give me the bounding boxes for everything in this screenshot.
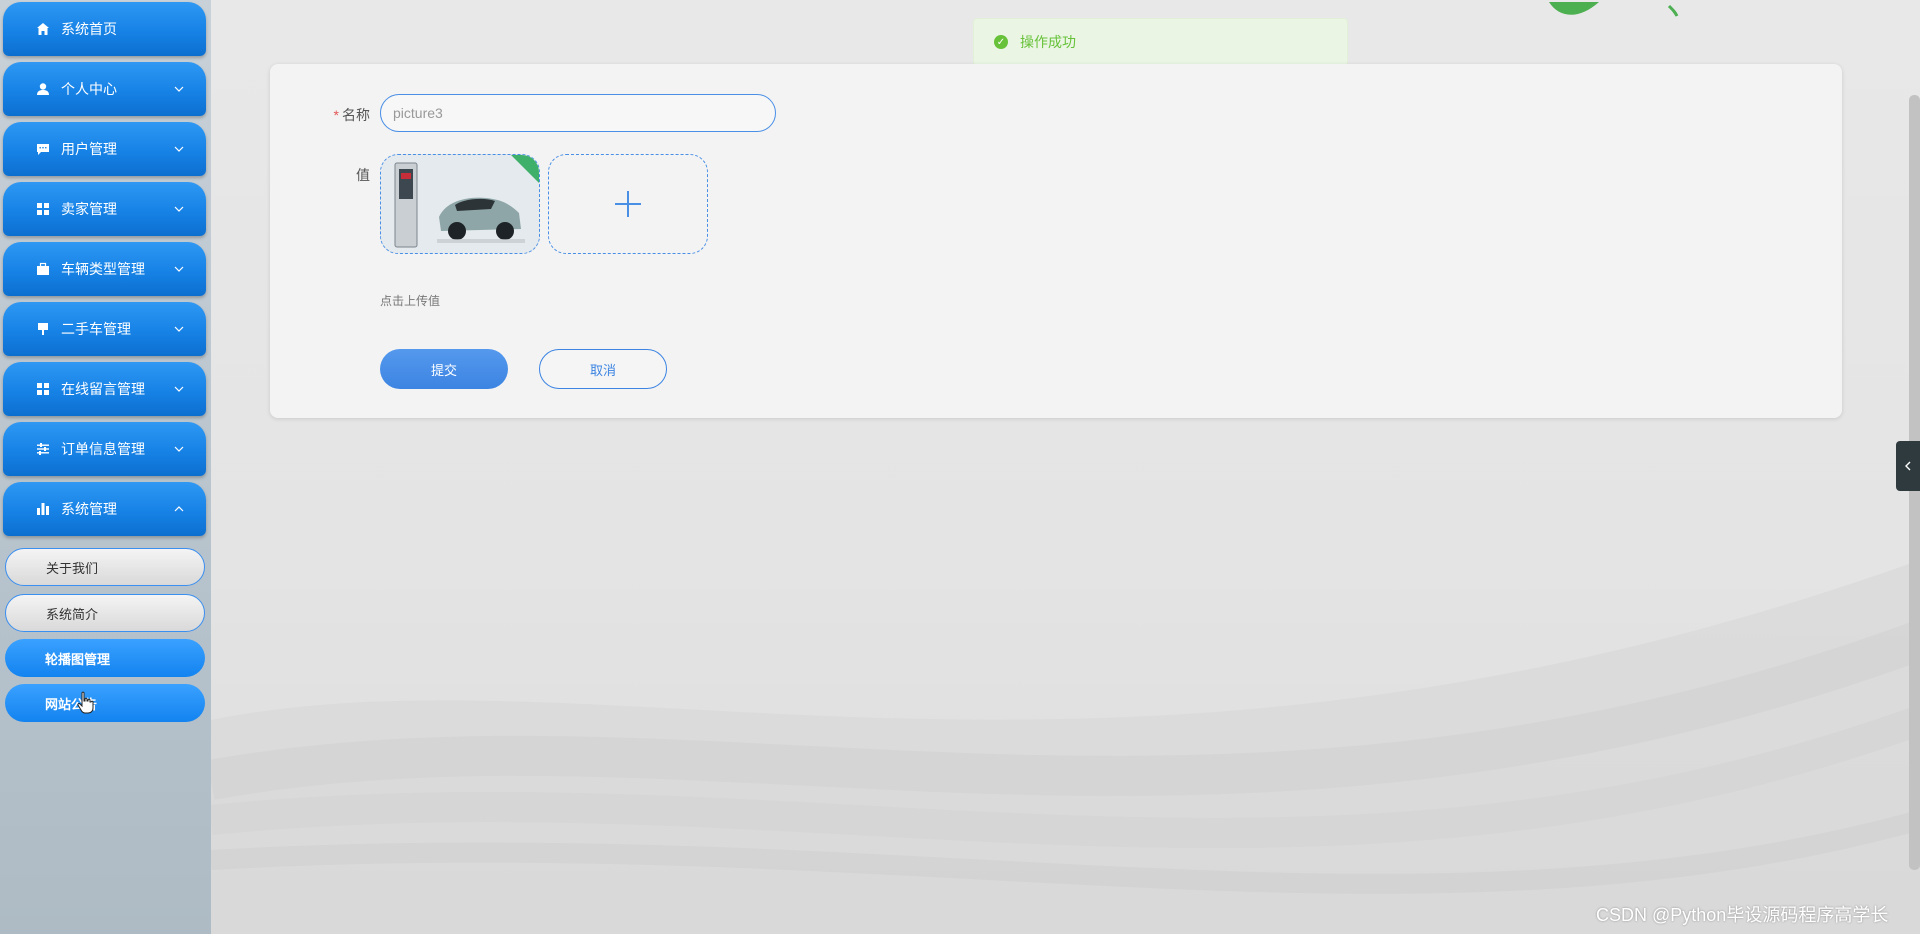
menu-item-system-management[interactable]: 系统管理: [3, 482, 206, 536]
main-content: ✓ 操作成功 *名称 值: [211, 0, 1920, 934]
chevron-down-icon: [172, 386, 186, 392]
menu-item-used-car-management[interactable]: 二手车管理: [3, 302, 206, 356]
menu-item-message-management[interactable]: 在线留言管理: [3, 362, 206, 416]
submenu-label: 轮播图管理: [45, 651, 111, 667]
submenu-label: 系统简介: [46, 606, 99, 622]
collapse-panel-tab[interactable]: [1896, 441, 1920, 491]
menu-label: 系统首页: [61, 21, 117, 37]
chevron-up-icon: [172, 506, 186, 512]
menu-label: 车辆类型管理: [61, 261, 145, 277]
plus-icon: [615, 191, 641, 217]
home-icon: [35, 21, 51, 37]
cancel-button[interactable]: 取消: [539, 349, 667, 389]
menu-label: 订单信息管理: [61, 441, 145, 457]
submenu-item-site-announcements[interactable]: 网站公告: [5, 684, 205, 722]
value-field-label: 值: [356, 167, 370, 183]
name-field-label: * 名称: [333, 107, 370, 123]
menu-item-user-management[interactable]: 用户管理: [3, 122, 206, 176]
chevron-down-icon: [172, 446, 186, 452]
menu-label: 个人中心: [61, 81, 117, 97]
check-circle-icon: ✓: [994, 35, 1008, 49]
chevron-down-icon: [172, 326, 186, 332]
leaf-decoration: [1549, 2, 1679, 17]
menu-item-personal-center[interactable]: 个人中心: [3, 62, 206, 116]
sidebar: 系统首页 个人中心 用户管理 卖家管理 车辆类型管理 二手车管理 在线留言管理 …: [0, 0, 211, 934]
menu-label: 二手车管理: [61, 321, 131, 337]
submenu-label: 关于我们: [46, 560, 99, 576]
menu-label: 系统管理: [61, 501, 117, 517]
required-marker: *: [333, 107, 339, 123]
upload-hint: 点击上传值: [380, 294, 441, 308]
chevron-left-icon: [1905, 461, 1911, 471]
chevron-down-icon: [172, 146, 186, 152]
menu-item-home[interactable]: 系统首页: [3, 2, 206, 56]
hand-cursor-icon: [77, 691, 94, 714]
edit-form: *名称 值 点击上传值 提交: [270, 64, 1842, 418]
submenu-item-carousel-management[interactable]: 轮播图管理: [5, 639, 205, 677]
grid-icon: [35, 201, 51, 217]
submit-button[interactable]: 提交: [380, 349, 508, 389]
car-image: [381, 155, 539, 253]
bar-chart-icon: [35, 501, 51, 517]
menu-label: 卖家管理: [61, 201, 117, 217]
toast-message: 操作成功: [1020, 34, 1076, 50]
submenu-item-system-intro[interactable]: 系统简介: [5, 594, 205, 632]
chat-icon: [35, 141, 51, 157]
sliders-icon: [35, 441, 51, 457]
menu-item-vehicle-type-management[interactable]: 车辆类型管理: [3, 242, 206, 296]
chevron-down-icon: [172, 86, 186, 92]
uploaded-image-thumbnail[interactable]: [380, 154, 540, 254]
menu-item-seller-management[interactable]: 卖家管理: [3, 182, 206, 236]
success-toast: ✓ 操作成功: [973, 18, 1348, 66]
chevron-down-icon: [172, 266, 186, 272]
background-wave-decoration: [211, 560, 1920, 934]
briefcase-icon: [35, 261, 51, 277]
chevron-down-icon: [172, 206, 186, 212]
menu-label: 用户管理: [61, 141, 117, 157]
menu-label: 在线留言管理: [61, 381, 145, 397]
submenu-item-about-us[interactable]: 关于我们: [5, 548, 205, 586]
watermark: CSDN @Python毕设源码程序高学长: [1596, 905, 1889, 925]
image-upload-button[interactable]: [548, 154, 708, 254]
grid-icon: [35, 381, 51, 397]
user-icon: [35, 81, 51, 97]
pin-icon: [35, 321, 51, 337]
menu-item-order-management[interactable]: 订单信息管理: [3, 422, 206, 476]
name-input[interactable]: [380, 94, 776, 132]
